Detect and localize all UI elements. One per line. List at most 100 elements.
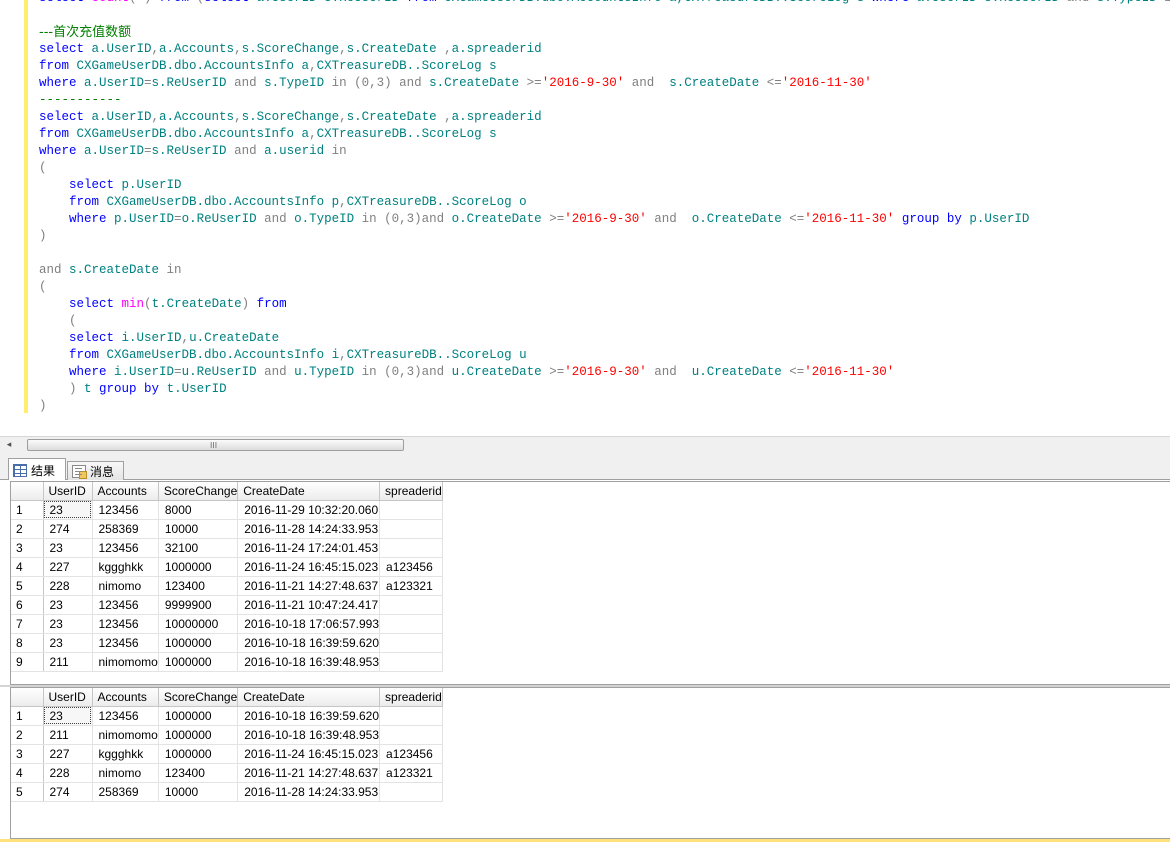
cell-scorechange[interactable]: 1000000 [158,633,239,653]
cell-accounts[interactable]: 258369 [92,782,159,802]
cell-scorechange[interactable]: 32100 [158,538,239,558]
cell-accounts[interactable]: kggghkk [92,744,159,764]
scrollbar-thumb[interactable]: III [27,439,404,451]
cell-spreaderid[interactable]: a123321 [379,576,443,596]
table-row[interactable]: 3 23 123456 32100 2016-11-24 17:24:01.453 [11,538,443,558]
code-line[interactable]: from CXGameUserDB.dbo.AccountsInfo a,CXT… [39,58,1170,75]
cell-userid[interactable]: 228 [43,576,93,596]
cell-createdate[interactable]: 2016-10-18 17:06:57.993 [237,614,381,634]
row-number[interactable]: 5 [11,576,44,596]
cell-createdate[interactable]: 2016-11-28 14:24:33.953 [237,782,381,802]
column-header-scorechange[interactable]: ScoreChange [158,482,239,501]
table-row[interactable]: 5 228 nimomo 123400 2016-11-21 14:27:48.637 a… [11,576,443,596]
cell-accounts[interactable]: 123456 [92,706,159,726]
cell-userid[interactable]: 23 [43,706,93,726]
cell-scorechange[interactable]: 123400 [158,576,239,596]
table-row[interactable]: 7 23 123456 10000000 2016-10-18 17:06:57.993 [11,614,443,634]
row-number[interactable]: 8 [11,633,44,653]
column-header-accounts[interactable]: Accounts [92,688,159,707]
code-line[interactable]: ----------- [39,92,1170,109]
cell-scorechange[interactable]: 10000 [158,782,239,802]
cell-createdate[interactable]: 2016-10-18 16:39:48.953 [237,725,381,745]
column-header-spreaderid[interactable]: spreaderid [379,688,443,707]
cell-accounts[interactable]: nimomo [92,576,159,596]
code-line[interactable]: ) [39,398,1170,415]
row-number[interactable]: 2 [11,519,44,539]
cell-spreaderid[interactable] [379,652,443,672]
table-row[interactable]: 5 274 258369 10000 2016-11-28 14:24:33.953 [11,782,443,802]
table-row[interactable]: 3 227 kggghkk 1000000 2016-11-24 16:45:15.02… [11,744,443,764]
table-row[interactable]: 4 228 nimomo 123400 2016-11-21 14:27:48.637 a… [11,763,443,783]
column-header-createdate[interactable]: CreateDate [237,482,381,501]
tab-results[interactable]: 结果 [8,458,66,481]
code-line[interactable] [39,245,1170,262]
column-header-scorechange[interactable]: ScoreChange [158,688,239,707]
column-header-accounts[interactable]: Accounts [92,482,159,501]
cell-spreaderid[interactable] [379,614,443,634]
horizontal-scrollbar[interactable]: ◂ III [0,436,1170,453]
cell-accounts[interactable]: 258369 [92,519,159,539]
cell-accounts[interactable]: nimomomo [92,652,159,672]
cell-scorechange[interactable]: 10000000 [158,614,239,634]
cell-accounts[interactable]: nimomo [92,763,159,783]
row-number[interactable]: 1 [11,500,44,520]
cell-createdate[interactable]: 2016-10-18 16:39:48.953 [237,652,381,672]
column-header-spreaderid[interactable]: spreaderid [379,482,443,501]
code-line[interactable]: ) t group by t.UserID [39,381,1170,398]
code-line[interactable]: where i.UserID=u.ReUserID and u.TypeID i… [39,364,1170,381]
cell-createdate[interactable]: 2016-10-18 16:39:59.620 [237,633,381,653]
cell-createdate[interactable]: 2016-11-21 14:27:48.637 [237,763,381,783]
row-number[interactable]: 4 [11,763,44,783]
row-number[interactable]: 6 [11,595,44,615]
code-line[interactable]: ( [39,313,1170,330]
cell-createdate[interactable]: 2016-11-24 16:45:15.023 [237,557,381,577]
row-number[interactable]: 4 [11,557,44,577]
cell-spreaderid[interactable]: a123456 [379,744,443,764]
cell-scorechange[interactable]: 10000 [158,519,239,539]
result-grid-2[interactable]: UserID Accounts ScoreChange CreateDate sprea… [10,687,1170,839]
table-row[interactable]: 2 211 nimomomo 1000000 2016-10-18 16:39:48.9… [11,725,443,745]
code-line[interactable]: select min(t.CreateDate) from [39,296,1170,313]
cell-spreaderid[interactable] [379,519,443,539]
cell-accounts[interactable]: 123456 [92,538,159,558]
cell-userid[interactable]: 228 [43,763,93,783]
cell-spreaderid[interactable] [379,538,443,558]
tab-messages[interactable]: 消息 [67,461,124,480]
table-row[interactable]: 2 274 258369 10000 2016-11-28 14:24:33.953 [11,519,443,539]
cell-spreaderid[interactable]: a123456 [379,557,443,577]
code-line[interactable]: from CXGameUserDB.dbo.AccountsInfo p,CXT… [39,194,1170,211]
sql-code[interactable]: select count(*) from (select a.UserID s.… [39,0,1170,415]
code-line[interactable]: from CXGameUserDB.dbo.AccountsInfo a,CXT… [39,126,1170,143]
result-table-2[interactable]: UserID Accounts ScoreChange CreateDate sprea… [11,688,443,802]
cell-scorechange[interactable]: 123400 [158,763,239,783]
code-line[interactable]: ---首次充值数额 [39,24,1170,41]
cell-accounts[interactable]: nimomomo [92,725,159,745]
cell-scorechange[interactable]: 1000000 [158,744,239,764]
cell-userid[interactable]: 274 [43,782,93,802]
cell-accounts[interactable]: 123456 [92,500,159,520]
cell-createdate[interactable]: 2016-11-28 14:24:33.953 [237,519,381,539]
sql-query-editor[interactable]: select count(*) from (select a.UserID s.… [0,0,1170,436]
table-row[interactable]: 8 23 123456 1000000 2016-10-18 16:39:59.620 [11,633,443,653]
code-line[interactable]: select a.UserID,a.Accounts,s.ScoreChange… [39,109,1170,126]
code-line[interactable]: ( [39,279,1170,296]
table-row[interactable]: 4 227 kggghkk 1000000 2016-11-24 16:45:15.02… [11,557,443,577]
cell-userid[interactable]: 211 [43,725,93,745]
cell-createdate[interactable]: 2016-10-18 16:39:59.620 [237,706,381,726]
row-number[interactable]: 7 [11,614,44,634]
table-row[interactable]: 1 23 123456 1000000 2016-10-18 16:39:59.620 [11,706,443,726]
result-grid-1[interactable]: UserID Accounts ScoreChange CreateDate sprea… [10,481,1170,685]
code-line[interactable]: select count(*) from (select a.UserID s.… [39,0,1170,7]
code-line[interactable]: and s.CreateDate in [39,262,1170,279]
cell-spreaderid[interactable] [379,500,443,520]
row-number[interactable]: 2 [11,725,44,745]
cell-accounts[interactable]: 123456 [92,633,159,653]
cell-createdate[interactable]: 2016-11-24 16:45:15.023 [237,744,381,764]
column-header-userid[interactable]: UserID [43,482,93,501]
cell-scorechange[interactable]: 1000000 [158,652,239,672]
code-line[interactable]: select p.UserID [39,177,1170,194]
cell-scorechange[interactable]: 1000000 [158,557,239,577]
row-number[interactable]: 9 [11,652,44,672]
cell-accounts[interactable]: 123456 [92,595,159,615]
cell-userid[interactable]: 23 [43,614,93,634]
